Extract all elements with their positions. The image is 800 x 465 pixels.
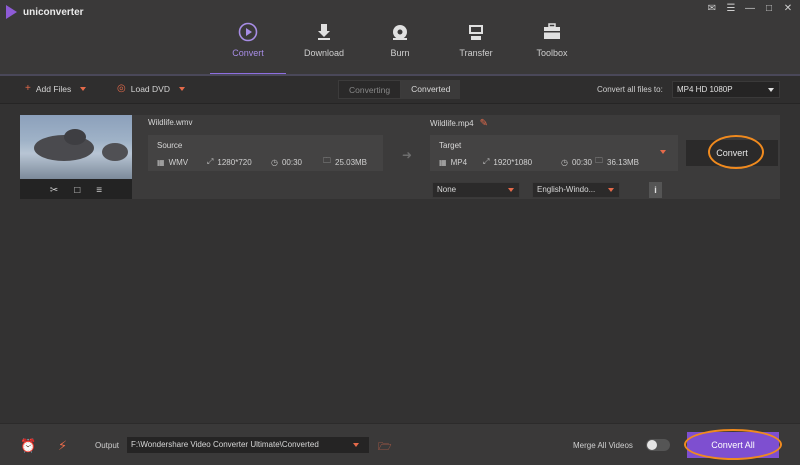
chevron-down-icon[interactable] — [660, 150, 666, 154]
merge-toggle[interactable] — [646, 439, 670, 451]
toolbar: + Add Files ◎ Load DVD Converting Conver… — [0, 76, 800, 104]
tab-converting[interactable]: Converting — [338, 80, 402, 99]
arrow-right-icon: ➜ — [402, 148, 413, 162]
audio-track-select[interactable]: English-Windo... — [532, 182, 620, 198]
target-resolution: 1920*1080 — [493, 157, 533, 167]
film-icon: ▦ — [439, 157, 447, 167]
resolution-icon: ⤢ — [207, 157, 214, 166]
chevron-down-icon — [768, 88, 774, 92]
toolbox-icon — [544, 23, 560, 39]
maximize-icon[interactable]: □ — [763, 3, 775, 15]
target-filename: Wildlife.mp4 — [430, 119, 474, 128]
add-files-label: Add Files — [35, 83, 72, 94]
source-size: 25.03MB — [335, 157, 368, 167]
target-info-panel[interactable]: Target ▦ MP4 ⤢ 1920*1080 ◷ 00:30 🗀 36.13MB — [430, 135, 678, 171]
load-dvd-button[interactable]: ◎ Load DVD — [117, 83, 185, 94]
convert-all-button[interactable]: Convert All — [687, 432, 779, 458]
effects-icon[interactable]: ≡ — [96, 185, 102, 196]
tab-toolbox[interactable]: Toolbox — [514, 0, 590, 74]
target-duration: 00:30 — [571, 157, 593, 167]
output-path-value: F:\Wondershare Video Converter Ultimate\… — [131, 440, 319, 449]
output-label: Output — [95, 441, 120, 450]
chevron-down-icon — [353, 443, 359, 447]
folder-icon: 🗀 — [595, 156, 603, 165]
chevron-down-icon[interactable] — [178, 86, 185, 91]
audio-track-value: English-Windo... — [537, 185, 596, 194]
folder-icon: 🗀 — [323, 156, 331, 165]
convert-icon — [238, 22, 258, 42]
tab-converted[interactable]: Converted — [401, 80, 461, 99]
subtitle-select[interactable]: None — [432, 182, 520, 198]
close-icon[interactable]: ✕ — [782, 3, 794, 15]
output-format-select[interactable]: MP4 HD 1080P — [672, 81, 780, 98]
disc-icon — [393, 25, 407, 40]
tab-burn[interactable]: Burn — [362, 0, 438, 74]
resolution-icon: ⤢ — [483, 157, 490, 166]
add-files-button[interactable]: + Add Files — [25, 83, 87, 94]
thumbnail-image — [20, 115, 132, 179]
target-title: Target — [439, 141, 462, 150]
tab-transfer[interactable]: Transfer — [438, 0, 514, 74]
target-format: MP4 — [450, 157, 468, 167]
convert-all-to-label: Convert all files to: — [597, 85, 663, 94]
video-thumbnail[interactable]: ✂ □ ≡ — [20, 115, 132, 199]
status-tabs: Converting Converted — [338, 80, 461, 99]
tab-download-label: Download — [303, 48, 345, 58]
source-format: WMV — [168, 157, 189, 167]
download-icon — [318, 24, 330, 40]
source-filename: Wildlife.wmv — [148, 118, 193, 127]
alarm-clock-icon[interactable]: ⏰ — [20, 438, 36, 454]
tab-burn-label: Burn — [390, 48, 410, 58]
dvd-icon: ◎ — [117, 83, 126, 94]
source-info-panel: Source ▦ WMV ⤢ 1280*720 ◷ 00:30 🗀 25.03MB — [148, 135, 383, 171]
convert-button[interactable]: Convert — [686, 140, 778, 166]
tab-transfer-label: Transfer — [459, 48, 493, 58]
tab-download[interactable]: Download — [286, 0, 362, 74]
minimize-icon[interactable]: — — [744, 3, 756, 15]
footer-bar: ⏰ ⚡ Output F:\Wondershare Video Converte… — [0, 423, 800, 465]
tab-toolbox-label: Toolbox — [536, 48, 568, 58]
target-size: 36.13MB — [607, 157, 640, 167]
subtitle-value: None — [437, 185, 457, 194]
transfer-icon — [469, 25, 483, 40]
open-folder-icon[interactable]: 🗁 — [378, 438, 392, 457]
high-speed-icon[interactable]: ⚡ — [58, 438, 67, 454]
load-dvd-label: Load DVD — [130, 83, 170, 94]
app-logo: uniconverter — [6, 5, 84, 19]
output-format-value: MP4 HD 1080P — [677, 85, 733, 94]
play-logo-icon — [6, 5, 17, 19]
chevron-down-icon[interactable] — [80, 86, 87, 91]
source-title: Source — [157, 141, 183, 150]
menu-icon[interactable]: ☰ — [725, 3, 737, 15]
target-info: ▦ MP4 ⤢ 1920*1080 ◷ 00:30 🗀 36.13MB — [439, 155, 639, 169]
app-header: uniconverter ✉ ☰ — □ ✕ Convert Download … — [0, 0, 800, 75]
scissors-icon[interactable]: ✂ — [50, 185, 58, 196]
merge-label: Merge All Videos — [573, 441, 633, 450]
main-nav: Convert Download Burn Transfer Toolbox — [210, 0, 590, 75]
clock-icon: ◷ — [561, 157, 568, 167]
clock-icon: ◷ — [271, 157, 278, 167]
window-controls: ✉ ☰ — □ ✕ — [706, 3, 794, 15]
chat-icon[interactable]: ✉ — [706, 3, 718, 15]
edit-icon[interactable]: ✎ — [480, 118, 488, 129]
file-item: ✂ □ ≡ Wildlife.wmv Wildlife.mp4 ✎ Source… — [20, 115, 780, 199]
info-button[interactable]: i — [649, 182, 662, 198]
thumbnail-tools: ✂ □ ≡ — [20, 181, 132, 199]
source-resolution: 1280*720 — [217, 157, 252, 167]
crop-icon[interactable]: □ — [74, 185, 80, 196]
app-title: uniconverter — [23, 6, 84, 18]
target-filename-row: Wildlife.mp4 ✎ — [430, 118, 488, 129]
plus-icon: + — [25, 83, 31, 94]
film-icon: ▦ — [157, 157, 165, 167]
chevron-down-icon — [608, 188, 614, 192]
output-path-select[interactable]: F:\Wondershare Video Converter Ultimate\… — [126, 436, 370, 454]
source-duration: 00:30 — [281, 157, 303, 167]
tab-convert-label: Convert — [232, 48, 264, 58]
tab-convert[interactable]: Convert — [210, 0, 286, 75]
source-info: ▦ WMV ⤢ 1280*720 ◷ 00:30 🗀 25.03MB — [157, 155, 367, 169]
chevron-down-icon — [508, 188, 514, 192]
toggle-knob — [647, 440, 657, 450]
